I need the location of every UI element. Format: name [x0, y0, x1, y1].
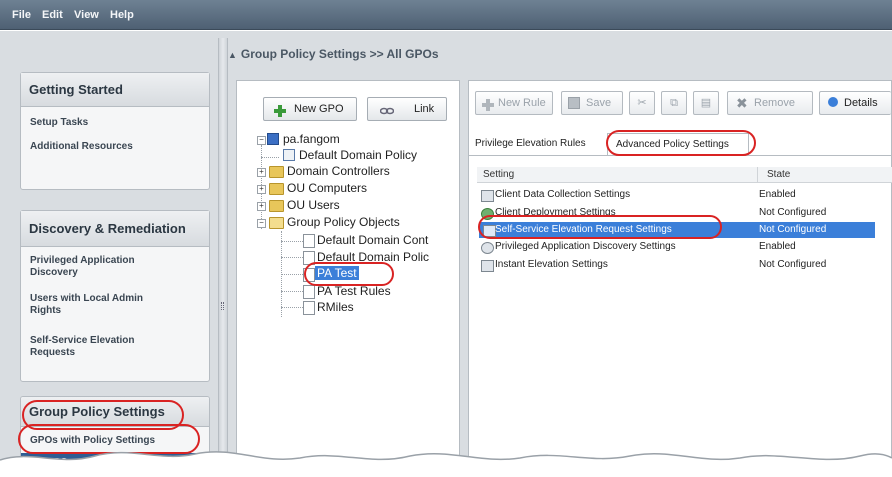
table-row[interactable]: Privileged Application Discovery Setting… [469, 239, 875, 255]
collapse-toggle-group-policy-objects[interactable]: − [257, 219, 266, 228]
row-state: Not Configured [759, 259, 827, 270]
copy-button[interactable]: ⧉ [661, 91, 687, 115]
discovery-panel: Discovery & Remediation Privileged Appli… [20, 210, 210, 382]
expand-toggle-domain-controllers[interactable]: + [257, 168, 266, 177]
new-gpo-label: New GPO [294, 103, 344, 115]
save-icon [568, 97, 580, 109]
document-icon [303, 234, 315, 248]
document-icon [303, 285, 315, 299]
getting-started-panel: Getting Started Setup Tasks Additional R… [20, 72, 210, 190]
splitter-grip [221, 302, 224, 310]
cut-button[interactable]: ✂ [629, 91, 655, 115]
row-state: Enabled [759, 189, 796, 200]
row-setting: Client Data Collection Settings [495, 189, 631, 200]
settings-icon [481, 190, 494, 202]
folder-icon [269, 166, 284, 178]
copy-icon: ⧉ [670, 97, 678, 109]
plus-icon [274, 103, 286, 117]
new-gpo-button[interactable]: New GPO [263, 97, 357, 121]
details-button[interactable]: Details [819, 91, 891, 115]
breadcrumb-text: Group Policy Settings >> All GPOs [240, 47, 439, 61]
collapse-arrow-icon[interactable]: ▲ [228, 50, 237, 60]
new-rule-label: New Rule [498, 97, 546, 109]
row-state: Not Configured [759, 207, 827, 218]
scissors-icon: ✂ [637, 97, 647, 109]
tree-node-group-policy-objects[interactable]: Group Policy Objects [287, 215, 400, 229]
breadcrumb: ▲ Group Policy Settings >> All GPOs [228, 42, 439, 66]
plus-icon [482, 97, 494, 119]
table-row[interactable]: Client Data Collection Settings Enabled [469, 187, 875, 203]
row-setting: Privileged Application Discovery Setting… [495, 241, 676, 252]
root-collapse-toggle[interactable]: − [257, 136, 266, 145]
tree-node-pa-test-rules[interactable]: PA Test Rules [317, 284, 391, 298]
privileged-application-discovery-link[interactable]: Privileged Application Discovery [30, 255, 135, 279]
panel-splitter[interactable] [218, 38, 228, 477]
link-icon [379, 103, 395, 115]
save-label: Save [586, 97, 612, 109]
folder-icon [269, 200, 284, 212]
search-icon [481, 242, 494, 254]
remove-x-icon: ✖ [736, 95, 748, 111]
annotation-oval-pa-test [304, 262, 394, 286]
tree-root-domain[interactable]: pa.fangom [283, 132, 340, 146]
column-header-setting[interactable]: Setting [483, 167, 514, 183]
tab-privilege-elevation-rules[interactable]: Privilege Elevation Rules [475, 133, 607, 155]
folder-icon [269, 183, 284, 195]
table-row[interactable]: Instant Elevation Settings Not Configure… [469, 257, 875, 273]
paste-button[interactable]: ▤ [693, 91, 719, 115]
open-folder-icon [269, 217, 284, 229]
annotation-oval-self-service-row [478, 215, 722, 239]
expand-toggle-ou-computers[interactable]: + [257, 185, 266, 194]
gpo-policy-icon [283, 149, 295, 161]
self-service-elevation-link[interactable]: Self-Service Elevation Requests [30, 335, 135, 359]
link-label: Link [414, 103, 435, 115]
tree-node-domain-controllers[interactable]: Domain Controllers [287, 164, 390, 178]
info-icon [828, 97, 838, 107]
menu-file[interactable]: File [12, 0, 31, 30]
annotation-oval-advanced-tab [606, 130, 756, 156]
expand-toggle-ou-users[interactable]: + [257, 202, 266, 211]
remove-button[interactable]: ✖ Remove [727, 91, 813, 115]
additional-resources-link[interactable]: Additional Resources [30, 141, 133, 153]
row-setting: Instant Elevation Settings [495, 259, 608, 270]
getting-started-title: Getting Started [21, 73, 209, 107]
menu-help[interactable]: Help [110, 0, 134, 30]
new-rule-button[interactable]: New Rule [475, 91, 553, 115]
link-button[interactable]: Link [367, 97, 447, 121]
document-icon [303, 301, 315, 315]
instant-elevation-icon [481, 260, 494, 272]
tree-node-default-domain-policy[interactable]: Default Domain Policy [299, 148, 417, 162]
column-header-state[interactable]: State [767, 167, 790, 183]
domain-icon [267, 133, 279, 145]
save-button[interactable]: Save [561, 91, 623, 115]
tree-node-ou-users[interactable]: OU Users [287, 198, 340, 212]
users-local-admin-link[interactable]: Users with Local Admin Rights [30, 293, 143, 317]
details-label: Details [844, 97, 878, 109]
menu-edit[interactable]: Edit [42, 0, 63, 30]
discovery-title: Discovery & Remediation [21, 211, 209, 247]
torn-edge [0, 451, 892, 477]
tree-node-rmiles[interactable]: RMiles [317, 300, 354, 314]
setup-tasks-link[interactable]: Setup Tasks [30, 117, 88, 129]
menu-view[interactable]: View [74, 0, 99, 30]
row-state: Not Configured [759, 224, 827, 235]
row-state: Enabled [759, 241, 796, 252]
grid-header: Setting State [477, 167, 892, 183]
remove-label: Remove [754, 97, 795, 109]
tree-node-default-domain-cont[interactable]: Default Domain Cont [317, 233, 428, 247]
menu-bar: File Edit View Help [0, 0, 892, 30]
tree-node-ou-computers[interactable]: OU Computers [287, 181, 367, 195]
paste-icon: ▤ [700, 97, 712, 109]
